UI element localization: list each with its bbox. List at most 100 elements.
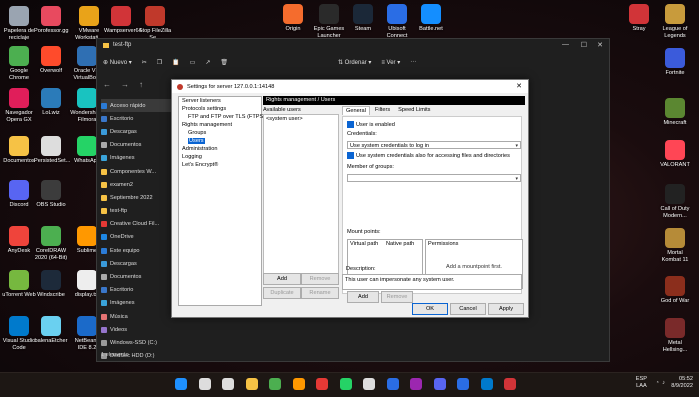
remove-user-button[interactable]: Remove — [301, 273, 339, 285]
rename-icon[interactable]: ▭ — [190, 59, 196, 66]
nav-item[interactable]: Windows-SSD (C:) — [101, 336, 171, 349]
desktop-shortcut[interactable]: Epic Games Launcher — [312, 4, 346, 39]
maximize-icon[interactable]: ☐ — [581, 41, 587, 49]
rename-user-button[interactable]: Rename — [301, 287, 339, 299]
nav-item[interactable]: Imágenes — [101, 152, 171, 165]
tab-speed-limits[interactable]: Speed Limits — [395, 106, 433, 115]
add-user-button[interactable]: Add — [263, 273, 301, 285]
keyboard-layout[interactable]: LAA — [636, 383, 647, 390]
tree-item[interactable]: Users — [179, 137, 261, 145]
nav-item[interactable]: Acceso rápido — [101, 99, 171, 113]
desktop-shortcut[interactable]: AnyDesk — [2, 226, 36, 255]
taskbar-app-icon[interactable] — [245, 378, 258, 390]
close-icon[interactable]: ✕ — [597, 41, 603, 49]
sort-button[interactable]: ⇅ Ordenar ▾ — [338, 59, 371, 66]
desktop-shortcut[interactable]: uTorrent Web — [2, 270, 36, 299]
delete-icon[interactable]: 🗑 — [220, 59, 228, 66]
groups-select[interactable]: ▾ — [347, 174, 521, 182]
desktop-shortcut[interactable]: Stop FileZilla Se... — [138, 6, 172, 41]
desktop-shortcut[interactable]: VALORANT — [658, 140, 692, 169]
cancel-button[interactable]: Cancel — [450, 303, 486, 315]
nav-item[interactable]: Septiembre 2022 — [101, 191, 171, 204]
nav-item[interactable]: Documentos — [101, 270, 171, 283]
new-button[interactable]: ⊕ Nuevo ▾ — [103, 59, 132, 66]
more-icon[interactable]: ··· — [410, 59, 416, 65]
forward-icon[interactable]: → — [121, 80, 129, 89]
paste-icon[interactable]: 📋 — [172, 59, 179, 66]
nav-item[interactable]: Música — [101, 310, 171, 323]
taskbar-app-icon[interactable] — [339, 378, 352, 390]
desktop-shortcut[interactable]: Google Chrome — [2, 46, 36, 81]
ok-button[interactable]: OK — [412, 303, 448, 315]
nav-item[interactable]: Escritorio — [101, 284, 171, 297]
tree-item[interactable]: FTP and FTP over TLS (FTPS) — [179, 113, 265, 121]
nav-item[interactable]: Imágenes — [101, 297, 171, 310]
desktop-shortcut[interactable]: Minecraft — [658, 98, 692, 127]
up-icon[interactable]: ↑ — [139, 80, 143, 89]
clock[interactable]: 05:52 8/9/2022 — [671, 376, 693, 390]
taskbar-app-icon[interactable] — [457, 378, 469, 390]
desktop-shortcut[interactable]: Porofessor.gg — [34, 6, 69, 35]
desktop-shortcut[interactable]: Overwolf — [34, 46, 68, 75]
tree-item[interactable]: Let's Encrypt® — [179, 161, 261, 169]
tree-item[interactable]: Server listeners — [179, 97, 261, 105]
nav-item[interactable]: Descargas — [101, 257, 171, 270]
dialog-close-icon[interactable]: ✕ — [516, 82, 522, 90]
desktop-shortcut[interactable]: Mortal Kombat 11 — [658, 228, 692, 263]
tree-item[interactable]: Administration — [179, 145, 261, 153]
duplicate-user-button[interactable]: Duplicate — [263, 287, 301, 299]
nav-item[interactable]: OneDrive — [101, 231, 171, 244]
desktop-shortcut[interactable]: Discord — [2, 180, 36, 209]
volume-icon[interactable]: ♪ — [662, 380, 665, 387]
desktop-shortcut[interactable]: Navegador Opera GX — [2, 88, 36, 123]
tree-item[interactable]: Logging — [179, 153, 261, 161]
mount-add-button[interactable]: Add — [347, 291, 379, 303]
desktop-shortcut[interactable]: Documentos — [2, 136, 36, 165]
users-list[interactable]: <system user> — [263, 114, 339, 276]
copy-icon[interactable]: ❐ — [157, 59, 162, 66]
user-list-item[interactable]: <system user> — [264, 115, 338, 123]
taskbar-app-icon[interactable] — [269, 378, 281, 390]
desktop-shortcut[interactable]: Visual Studio Code — [2, 316, 36, 351]
taskbar-app-icon[interactable] — [410, 378, 422, 390]
impersonation-checkbox[interactable]: Use system credentials also for accessin… — [347, 152, 510, 159]
nav-item[interactable]: Videos — [101, 323, 171, 336]
taskbar-app-icon[interactable] — [292, 378, 305, 390]
desktop-shortcut[interactable]: Stray — [622, 4, 656, 33]
language-indicator[interactable]: ESP — [636, 376, 647, 383]
desktop-shortcut[interactable]: God of War — [658, 276, 692, 305]
desktop-shortcut[interactable]: Wampserver64 — [104, 6, 142, 35]
desktop-shortcut[interactable]: LoLwiz — [34, 88, 68, 117]
nav-item[interactable]: Descargas — [101, 125, 171, 138]
desktop-shortcut[interactable]: balenaEtcher — [34, 316, 68, 345]
tab-general[interactable]: General — [342, 106, 370, 115]
user-enabled-checkbox[interactable]: User is enabled — [347, 121, 395, 128]
taskbar-app-icon[interactable] — [504, 378, 516, 390]
view-button[interactable]: ≡ Ver ▾ — [381, 59, 400, 66]
desktop-shortcut[interactable]: Steam — [346, 4, 380, 33]
nav-item[interactable]: test-ftp — [101, 205, 171, 218]
credentials-select[interactable]: Use system credentials to log in ▾ — [347, 141, 521, 149]
start-icon[interactable] — [175, 378, 187, 390]
taskbar-app-icon[interactable] — [433, 378, 446, 390]
minimize-icon[interactable]: — — [562, 41, 569, 48]
back-icon[interactable]: ← — [103, 80, 111, 89]
share-icon[interactable]: ↗ — [205, 59, 210, 66]
apply-button[interactable]: Apply — [488, 303, 524, 315]
tab-filters[interactable]: Filters — [372, 106, 393, 115]
nav-item[interactable]: Documentos — [101, 139, 171, 152]
desktop-shortcut[interactable]: CorelDRAW 2020 (64-Bit) — [34, 226, 68, 261]
desktop-shortcut[interactable]: Battle.net — [414, 4, 448, 33]
desktop-shortcut[interactable]: Windscribe — [34, 270, 68, 299]
wifi-icon[interactable]: ◔ — [656, 380, 659, 387]
taskbar-app-icon[interactable] — [222, 378, 234, 390]
desktop-shortcut[interactable]: Ubisoft Connect — [380, 4, 414, 39]
desktop-shortcut[interactable]: Metal Hellsing... — [658, 318, 692, 353]
nav-item[interactable]: Este equipo — [101, 244, 171, 257]
taskbar-app-icon[interactable] — [363, 378, 375, 390]
nav-item[interactable]: Componentes W... — [101, 165, 171, 178]
nav-item[interactable]: examen2 — [101, 178, 171, 191]
tree-item[interactable]: Protocols settings — [179, 105, 261, 113]
nav-item[interactable]: Escritorio — [101, 112, 171, 125]
taskbar-app-icon[interactable] — [316, 378, 328, 390]
